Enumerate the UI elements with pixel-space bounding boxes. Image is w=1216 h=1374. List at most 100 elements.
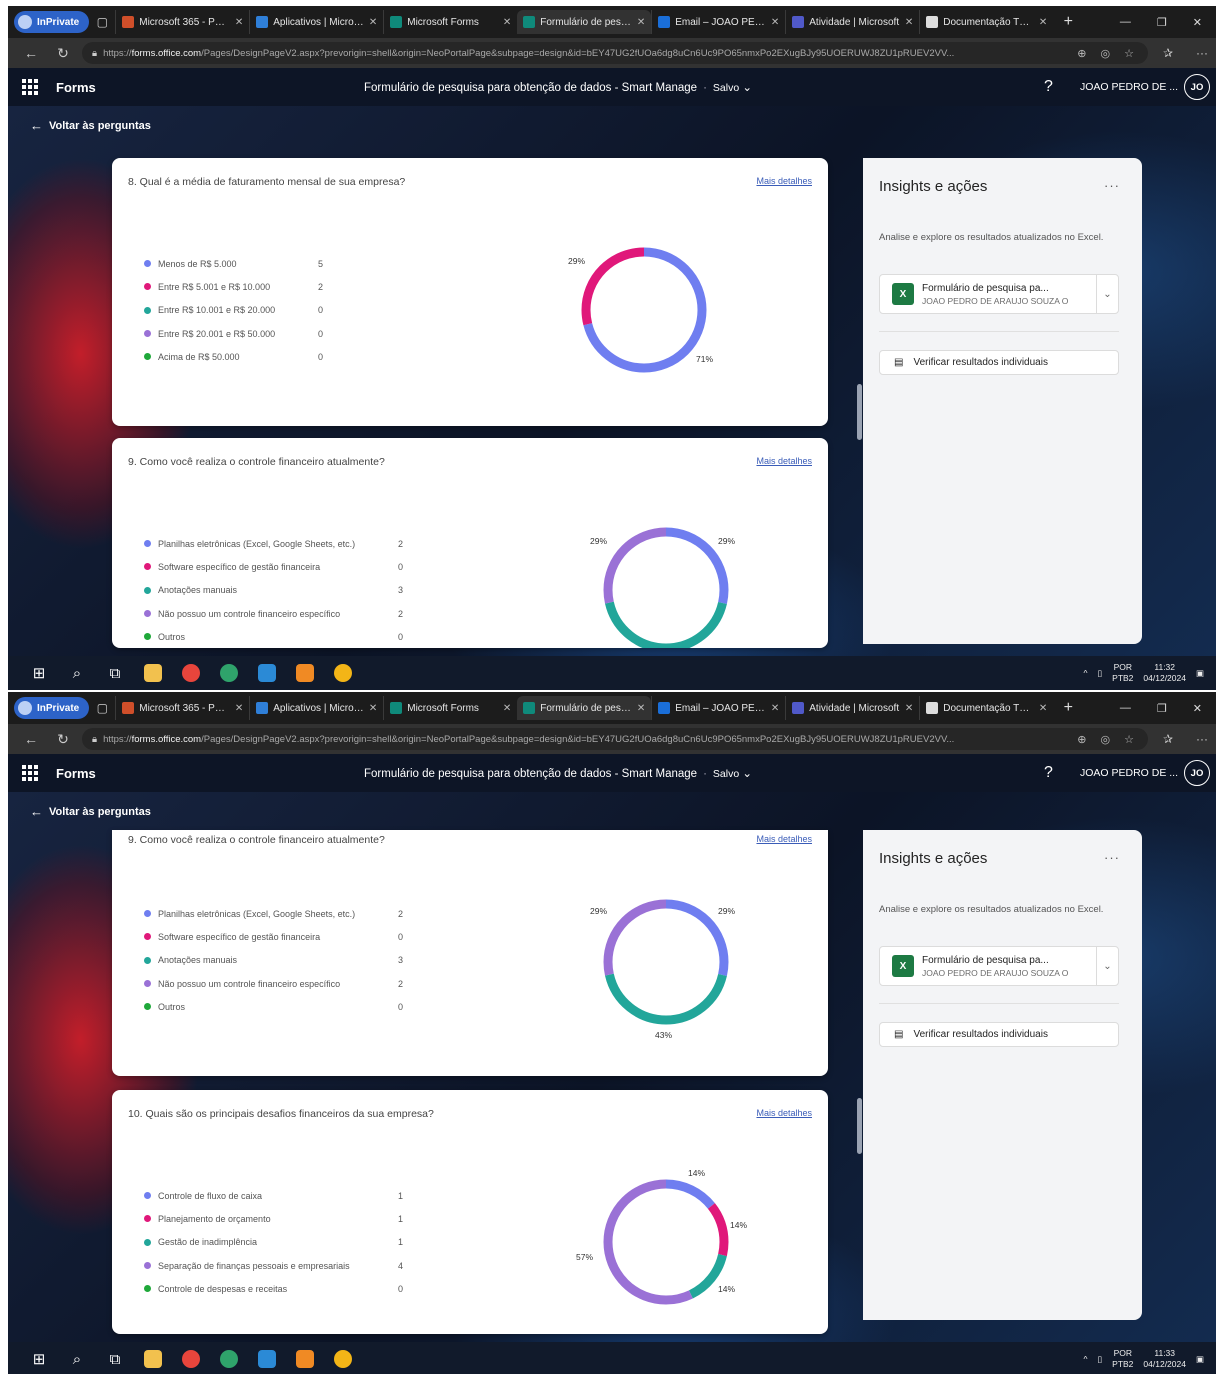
battery-icon[interactable]: ▯ xyxy=(1097,668,1102,679)
app-launcher-icon[interactable] xyxy=(22,765,38,781)
browser-tab[interactable]: Aplicativos | Microsof ✕ xyxy=(249,696,383,720)
close-tab-icon[interactable]: ✕ xyxy=(637,703,645,714)
zoom-icon[interactable]: ⊕ xyxy=(1073,47,1090,60)
tab-actions-icon[interactable]: ▢ xyxy=(89,11,115,33)
scrollbar-thumb[interactable] xyxy=(857,384,862,440)
browser-tab[interactable]: Documentação TCC.d ✕ xyxy=(919,10,1053,34)
browser-tab[interactable]: Email – JOAO PEDRO✕ xyxy=(651,696,785,720)
chevron-down-icon[interactable]: ⌄ xyxy=(1096,947,1118,985)
file-explorer-icon[interactable] xyxy=(134,1344,172,1374)
chevron-down-icon[interactable]: ⌄ xyxy=(1096,275,1118,313)
notification-icon[interactable]: ▣ xyxy=(1196,668,1204,679)
excel-file-card[interactable]: X Formulário de pesquisa pa... JOAO PEDRO… xyxy=(879,274,1119,314)
browser-tab[interactable]: Microsoft Forms ✕ xyxy=(383,10,517,34)
user-name[interactable]: JOAO PEDRO DE ... xyxy=(1080,81,1178,93)
tab-actions-icon[interactable]: ▢ xyxy=(89,697,115,719)
excel-file-card[interactable]: X Formulário de pesquisa pa... JOAO PEDRO… xyxy=(879,946,1119,986)
app-icon[interactable] xyxy=(286,658,324,688)
restore-icon[interactable]: ❐ xyxy=(1157,16,1167,29)
refresh-icon[interactable]: ↻ xyxy=(50,45,76,62)
close-window-icon[interactable]: ✕ xyxy=(1193,16,1202,29)
windows-start-icon[interactable]: ⊞ xyxy=(20,1344,58,1374)
back-arrow-icon[interactable]: ← xyxy=(18,731,44,747)
url-field[interactable]: 🔒︎ https://forms.office.com/Pages/Design… xyxy=(82,728,1148,750)
inprivate-badge[interactable]: InPrivate xyxy=(14,697,90,719)
favorite-star-icon[interactable]: ☆ xyxy=(1120,47,1138,60)
vscode-icon[interactable] xyxy=(248,1344,286,1374)
more-options-icon[interactable]: ··· xyxy=(1104,178,1120,193)
app-icon[interactable] xyxy=(286,1344,324,1374)
search-icon[interactable]: ⌕ xyxy=(58,658,96,688)
close-tab-icon[interactable]: ✕ xyxy=(1039,703,1047,714)
new-tab-button[interactable]: + xyxy=(1053,13,1083,31)
browser-tab[interactable]: Email – JOAO PEDRO✕ xyxy=(651,10,785,34)
edge-icon[interactable] xyxy=(210,1344,248,1374)
close-tab-icon[interactable]: ✕ xyxy=(1039,17,1047,28)
refresh-icon[interactable]: ↻ xyxy=(50,731,76,748)
chevron-up-icon[interactable]: ^ xyxy=(1083,668,1087,678)
tracking-icon[interactable]: ◎ xyxy=(1097,47,1115,60)
task-view-icon[interactable]: ⧉ xyxy=(96,658,134,688)
close-tab-icon[interactable]: ✕ xyxy=(503,703,511,714)
help-icon[interactable]: ? xyxy=(1044,78,1053,96)
browser-tab-active[interactable]: Formulário de pesqui ✕ xyxy=(517,696,652,720)
back-to-questions-link[interactable]: ← Voltar às perguntas xyxy=(30,118,151,133)
battery-icon[interactable]: ▯ xyxy=(1097,1354,1102,1365)
file-explorer-icon[interactable] xyxy=(134,658,172,688)
windows-start-icon[interactable]: ⊞ xyxy=(20,658,58,688)
browser-tab[interactable]: Aplicativos | Microsof ✕ xyxy=(249,10,383,34)
more-icon[interactable]: ··· xyxy=(1188,46,1216,60)
close-tab-icon[interactable]: ✕ xyxy=(905,703,913,714)
favorites-icon[interactable]: ✰ xyxy=(1154,46,1182,60)
favorites-icon[interactable]: ✰ xyxy=(1154,732,1182,746)
search-icon[interactable]: ⌕ xyxy=(58,1344,96,1374)
browser-tab[interactable]: Documentação TCC.d ✕ xyxy=(919,696,1053,720)
close-tab-icon[interactable]: ✕ xyxy=(771,703,779,714)
browser-tab[interactable]: Microsoft 365 - Pesq ✕ xyxy=(115,10,249,34)
new-tab-button[interactable]: + xyxy=(1053,699,1083,717)
close-tab-icon[interactable]: ✕ xyxy=(369,17,377,28)
more-options-icon[interactable]: ··· xyxy=(1104,850,1120,865)
browser-tab-active[interactable]: Formulário de pesqui ✕ xyxy=(517,10,652,34)
close-tab-icon[interactable]: ✕ xyxy=(235,17,243,28)
more-details-link[interactable]: Mais detalhes xyxy=(756,176,812,186)
zoom-icon[interactable]: ⊕ xyxy=(1073,733,1090,746)
task-view-icon[interactable]: ⧉ xyxy=(96,1344,134,1374)
more-details-link[interactable]: Mais detalhes xyxy=(756,456,812,466)
clock[interactable]: 11:32 04/12/2024 xyxy=(1143,662,1186,684)
back-to-questions-link[interactable]: ← Voltar às perguntas xyxy=(30,804,151,819)
edge-icon[interactable] xyxy=(210,658,248,688)
chevron-up-icon[interactable]: ^ xyxy=(1083,1354,1087,1364)
close-tab-icon[interactable]: ✕ xyxy=(369,703,377,714)
clock[interactable]: 11:33 04/12/2024 xyxy=(1143,1348,1186,1370)
minimize-icon[interactable]: — xyxy=(1120,702,1131,715)
vscode-icon[interactable] xyxy=(248,658,286,688)
browser-tab[interactable]: Microsoft Forms ✕ xyxy=(383,696,517,720)
verify-individual-results-button[interactable]: ▤ Verificar resultados individuais xyxy=(879,1022,1119,1047)
more-icon[interactable]: ··· xyxy=(1188,732,1216,746)
browser-tab[interactable]: Microsoft 365 - Pesq ✕ xyxy=(115,696,249,720)
chrome-icon[interactable] xyxy=(172,658,210,688)
app-name[interactable]: Forms xyxy=(56,80,96,95)
back-arrow-icon[interactable]: ← xyxy=(18,45,44,61)
close-tab-icon[interactable]: ✕ xyxy=(905,17,913,28)
avatar[interactable]: JO xyxy=(1184,74,1210,100)
user-name[interactable]: JOAO PEDRO DE ... xyxy=(1080,767,1178,779)
chrome-icon[interactable] xyxy=(324,1344,362,1374)
document-title[interactable]: Formulário de pesquisa para obtenção de … xyxy=(364,80,752,94)
url-field[interactable]: 🔒︎ https://forms.office.com/Pages/Design… xyxy=(82,42,1148,64)
restore-icon[interactable]: ❐ xyxy=(1157,702,1167,715)
help-icon[interactable]: ? xyxy=(1044,764,1053,782)
more-details-link[interactable]: Mais detalhes xyxy=(756,834,812,844)
browser-tab[interactable]: Atividade | Microsoft ✕ xyxy=(785,696,919,720)
more-details-link[interactable]: Mais detalhes xyxy=(756,1108,812,1118)
close-tab-icon[interactable]: ✕ xyxy=(503,17,511,28)
notification-icon[interactable]: ▣ xyxy=(1196,1354,1204,1365)
language-indicator[interactable]: POR PTB2 xyxy=(1112,1348,1133,1370)
close-window-icon[interactable]: ✕ xyxy=(1193,702,1202,715)
minimize-icon[interactable]: — xyxy=(1120,16,1131,29)
language-indicator[interactable]: POR PTB2 xyxy=(1112,662,1133,684)
scrollbar-thumb[interactable] xyxy=(857,1098,862,1154)
app-launcher-icon[interactable] xyxy=(22,79,38,95)
favorite-star-icon[interactable]: ☆ xyxy=(1120,733,1138,746)
